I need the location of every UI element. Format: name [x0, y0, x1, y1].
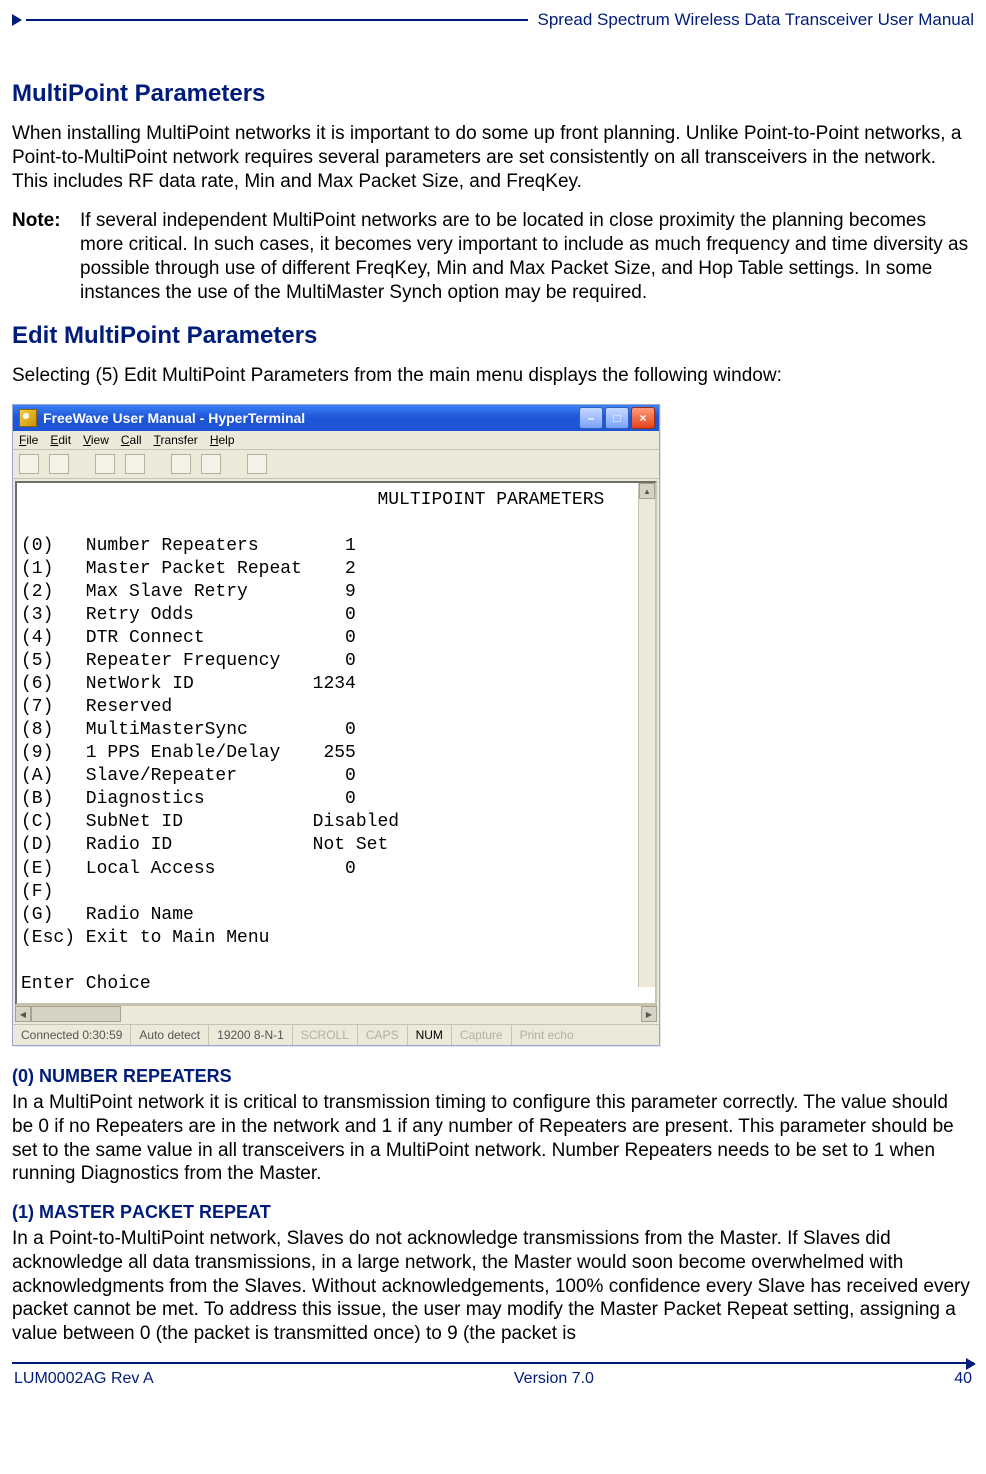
open-icon[interactable] [49, 454, 69, 474]
window-titlebar[interactable]: FreeWave User Manual - HyperTerminal – □… [13, 405, 659, 431]
status-capture: Capture [452, 1025, 512, 1045]
paragraph: Selecting (5) Edit MultiPoint Parameters… [12, 364, 974, 388]
subheading-master-packet-repeat: (1) MASTER PACKET REPEAT [12, 1202, 974, 1223]
status-num: NUM [408, 1025, 452, 1045]
connect-icon[interactable] [95, 454, 115, 474]
menu-transfer[interactable]: Transfer [154, 433, 198, 447]
footer-center: Version 7.0 [514, 1370, 594, 1388]
app-icon [19, 409, 37, 427]
vertical-scrollbar[interactable]: ▲ [638, 483, 655, 987]
status-port: 19200 8-N-1 [209, 1025, 293, 1045]
scroll-up-icon[interactable]: ▲ [639, 483, 655, 499]
properties-icon[interactable] [247, 454, 267, 474]
menu-view[interactable]: View [83, 433, 109, 447]
section-heading-edit-multipoint: Edit MultiPoint Parameters [12, 322, 974, 350]
note-label: Note: [12, 209, 80, 304]
terminal-text: MULTIPOINT PARAMETERS (0) Number Repeate… [17, 483, 655, 1002]
status-scroll: SCROLL [293, 1025, 358, 1045]
receive-icon[interactable] [201, 454, 221, 474]
doc-title: Spread Spectrum Wireless Data Transceive… [538, 10, 975, 30]
new-icon[interactable] [19, 454, 39, 474]
menu-edit[interactable]: Edit [50, 433, 71, 447]
maximize-button[interactable]: □ [605, 407, 629, 429]
page-footer: LUM0002AG Rev A Version 7.0 40 [12, 1370, 974, 1398]
footer-rule [12, 1362, 974, 1364]
menu-bar: File Edit View Call Transfer Help [13, 431, 659, 450]
toolbar [13, 450, 659, 479]
paragraph: In a Point-to-MultiPoint network, Slaves… [12, 1227, 974, 1346]
status-connected: Connected 0:30:59 [13, 1025, 131, 1045]
status-echo: Print echo [512, 1025, 582, 1045]
hyperterminal-window: FreeWave User Manual - HyperTerminal – □… [12, 404, 660, 1046]
disconnect-icon[interactable] [125, 454, 145, 474]
subheading-number-repeaters: (0) NUMBER REPEATERS [12, 1066, 974, 1087]
triangle-icon [12, 14, 22, 26]
minimize-button[interactable]: – [579, 407, 603, 429]
paragraph: When installing MultiPoint networks it i… [12, 122, 974, 193]
note-block: Note: If several independent MultiPoint … [12, 209, 974, 304]
scroll-thumb[interactable] [31, 1006, 121, 1022]
header-rule: Spread Spectrum Wireless Data Transceive… [12, 10, 974, 30]
horizontal-scrollbar[interactable]: ◀ ▶ [15, 1005, 657, 1022]
menu-file[interactable]: File [19, 433, 38, 447]
menu-call[interactable]: Call [121, 433, 142, 447]
window-title: FreeWave User Manual - HyperTerminal [43, 410, 579, 426]
status-bar: Connected 0:30:59 Auto detect 19200 8-N-… [13, 1024, 659, 1045]
status-caps: CAPS [358, 1025, 408, 1045]
menu-help[interactable]: Help [210, 433, 235, 447]
note-body: If several independent MultiPoint networ… [80, 209, 974, 304]
status-detect: Auto detect [131, 1025, 209, 1045]
paragraph: In a MultiPoint network it is critical t… [12, 1091, 974, 1186]
footer-left: LUM0002AG Rev A [14, 1370, 154, 1388]
footer-right: 40 [954, 1370, 972, 1388]
section-heading-multipoint-parameters: MultiPoint Parameters [12, 80, 974, 108]
terminal-viewport[interactable]: MULTIPOINT PARAMETERS (0) Number Repeate… [15, 481, 657, 1005]
scroll-left-icon[interactable]: ◀ [15, 1006, 31, 1022]
header-line [26, 19, 528, 21]
close-button[interactable]: × [631, 407, 655, 429]
scroll-right-icon[interactable]: ▶ [641, 1006, 657, 1022]
send-icon[interactable] [171, 454, 191, 474]
